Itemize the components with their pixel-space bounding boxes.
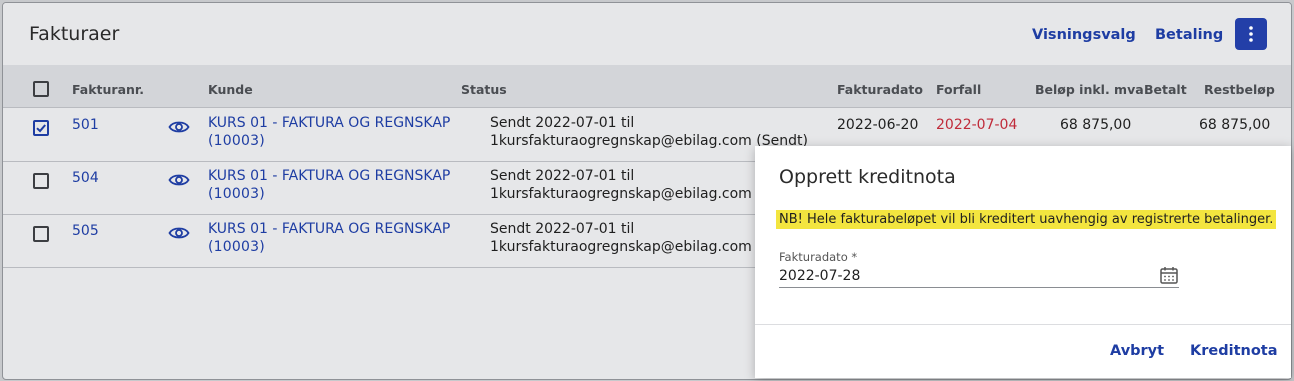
status-text: Sendt 2022-07-01 til <box>490 168 635 184</box>
invoice-number-link[interactable]: 501 <box>72 116 99 135</box>
warning-banner: NB! Hele fakturabeløpet vil bli krediter… <box>776 210 1277 229</box>
customer-link[interactable]: KURS 01 - FAKTURA OG REGNSKAP <box>208 220 450 239</box>
invoice-number-link[interactable]: 505 <box>72 222 99 241</box>
credit-note-dialog: Opprett kreditnota NB! Hele fakturabeløp… <box>755 146 1291 378</box>
status-email: 1kursfakturaogregnskap@ebilag.com (S <box>490 186 771 202</box>
page-title: Fakturaer <box>29 23 120 45</box>
col-due-date[interactable]: Forfall <box>936 82 981 97</box>
status-email: 1kursfakturaogregnskap@ebilag.com (S <box>490 239 771 255</box>
invoice-date: 2022-06-20 <box>837 117 919 133</box>
eye-icon[interactable] <box>168 172 190 188</box>
row-checkbox[interactable] <box>33 173 49 189</box>
page-header: Fakturaer Visningsvalg Betaling <box>3 3 1291 65</box>
remaining-amount: 68 875,00 <box>1199 117 1271 133</box>
customer-link[interactable]: KURS 01 - FAKTURA OG REGNSKAP <box>208 167 450 186</box>
row-checkbox[interactable] <box>33 226 49 242</box>
cancel-button[interactable]: Avbryt <box>1110 343 1164 359</box>
eye-icon[interactable] <box>168 225 190 241</box>
invoice-number-link[interactable]: 504 <box>72 169 99 188</box>
credit-note-button[interactable]: Kreditnota <box>1190 343 1278 359</box>
more-vertical-icon <box>1249 26 1253 42</box>
more-menu-button[interactable] <box>1235 18 1267 50</box>
invoice-date-input[interactable] <box>779 265 1179 288</box>
col-remaining[interactable]: Restbeløp <box>1204 82 1275 97</box>
col-invoice-number[interactable]: Fakturanr. <box>72 82 144 97</box>
table-header: Fakturanr. Kunde Status Fakturadato Forf… <box>3 65 1291 108</box>
dialog-title: Opprett kreditnota <box>779 166 956 188</box>
customer-id[interactable]: (10003) <box>208 185 265 204</box>
customer-link[interactable]: KURS 01 - FAKTURA OG REGNSKAP <box>208 114 450 133</box>
eye-icon[interactable] <box>168 119 190 135</box>
due-date: 2022-07-04 <box>936 117 1018 133</box>
calendar-icon[interactable] <box>1159 265 1179 285</box>
invoice-date-label: Fakturadato * <box>779 250 858 264</box>
view-options-button[interactable]: Visningsvalg <box>1032 27 1136 43</box>
row-checkbox[interactable] <box>33 120 49 136</box>
amount: 68 875,00 <box>1060 117 1132 133</box>
status-text: Sendt 2022-07-01 til <box>490 221 635 237</box>
col-customer[interactable]: Kunde <box>208 82 253 97</box>
col-status[interactable]: Status <box>461 82 507 97</box>
payment-button[interactable]: Betaling <box>1155 27 1223 43</box>
col-paid[interactable]: Betalt <box>1144 82 1187 97</box>
dialog-divider <box>755 324 1291 325</box>
col-amount[interactable]: Beløp inkl. mva <box>1035 82 1144 97</box>
col-invoice-date[interactable]: Fakturadato <box>837 82 923 97</box>
select-all-checkbox[interactable] <box>33 81 49 97</box>
checkmark-icon <box>36 124 46 133</box>
customer-id[interactable]: (10003) <box>208 238 265 257</box>
customer-id[interactable]: (10003) <box>208 132 265 151</box>
status-text: Sendt 2022-07-01 til <box>490 115 635 131</box>
